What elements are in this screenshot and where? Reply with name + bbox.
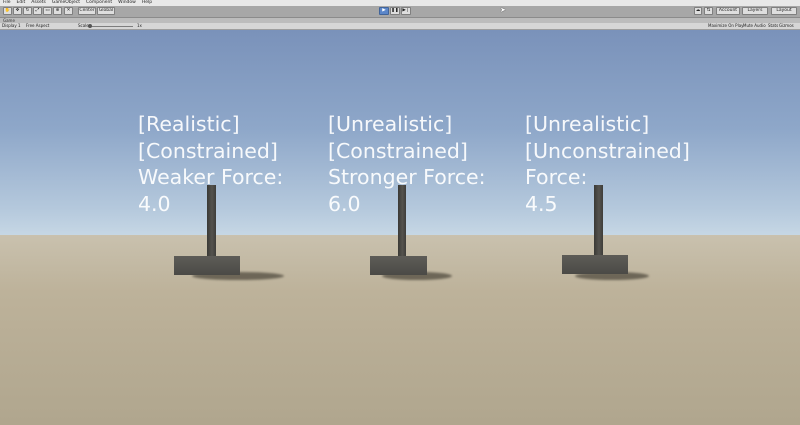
label-unrealistic-unconstrained: [Unrealistic] [Unconstrained] Force: 4.5 <box>525 111 690 217</box>
step-icon[interactable]: ▶❘ <box>401 7 411 15</box>
space-toggle[interactable]: Global <box>97 7 115 15</box>
label-line: Stronger Force: <box>328 165 486 189</box>
scale-tool-icon[interactable]: ⤢ <box>33 7 42 15</box>
label-line: [Constrained] <box>328 138 468 163</box>
label-line: Weaker Force: <box>138 165 284 189</box>
move-tool-icon[interactable]: ✥ <box>13 7 22 15</box>
pause-icon[interactable]: ❚❚ <box>390 7 400 15</box>
scale-value: 1x <box>137 23 142 28</box>
layers-dropdown[interactable]: Layers <box>742 7 768 15</box>
main-toolbar: ✋ ✥ ↻ ⤢ ▭ ⊕ ✕ Center Global ▶ ❚❚ ▶❘ ☁ ⇅ … <box>0 6 800 18</box>
lever-base-2 <box>370 256 427 275</box>
label-line: Force: <box>525 165 588 189</box>
label-line: 4.0 <box>138 191 171 216</box>
maximize-on-play-toggle[interactable]: Maximize On Play <box>708 23 744 29</box>
label-line: 4.5 <box>525 191 558 216</box>
mute-audio-toggle[interactable]: Mute Audio <box>743 23 766 29</box>
cloud-icon[interactable]: ☁ <box>694 7 702 15</box>
game-view[interactable]: [Realistic] [Constrained] Weaker Force: … <box>0 30 800 425</box>
play-icon[interactable]: ▶ <box>379 7 389 15</box>
label-unrealistic-constrained: [Unrealistic] [Constrained] Stronger For… <box>328 111 486 217</box>
custom-tool-icon[interactable]: ✕ <box>64 7 73 15</box>
hand-tool-icon[interactable]: ✋ <box>3 7 12 15</box>
scale-slider[interactable] <box>91 26 133 27</box>
aspect-dropdown[interactable]: Free Aspect <box>26 23 49 29</box>
label-line: [Realistic] <box>138 112 240 136</box>
transform-tool-icon[interactable]: ⊕ <box>53 7 62 15</box>
pivot-toggle[interactable]: Center <box>78 7 96 15</box>
label-line: [Unconstrained] <box>525 138 690 163</box>
game-view-toolbar: Display 1 Free Aspect Scale 1x Maximize … <box>0 23 800 30</box>
display-dropdown[interactable]: Display 1 <box>2 23 21 29</box>
mouse-cursor-icon: ➤ <box>500 6 506 14</box>
rect-tool-icon[interactable]: ▭ <box>43 7 52 15</box>
label-line: [Constrained] <box>138 138 278 163</box>
lever-base-1 <box>174 256 240 275</box>
label-line: [Unrealistic] <box>525 112 650 136</box>
collab-icon[interactable]: ⇅ <box>704 7 713 15</box>
stats-toggle[interactable]: Stats <box>768 23 778 29</box>
scale-slider-handle[interactable] <box>88 24 92 28</box>
account-dropdown[interactable]: Account <box>716 7 740 15</box>
lever-base-3 <box>562 255 628 274</box>
label-line: [Unrealistic] <box>328 112 453 136</box>
layout-dropdown[interactable]: Layout <box>771 7 797 15</box>
label-line: 6.0 <box>328 191 361 216</box>
rotate-tool-icon[interactable]: ↻ <box>23 7 32 15</box>
gizmos-dropdown[interactable]: Gizmos <box>779 23 794 29</box>
label-realistic-constrained: [Realistic] [Constrained] Weaker Force: … <box>138 111 283 217</box>
